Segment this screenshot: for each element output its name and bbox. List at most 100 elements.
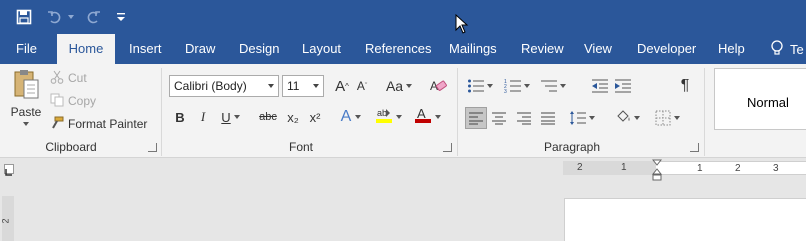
font-family-combo[interactable]: Calibri (Body): [169, 75, 279, 97]
multilevel-list-icon[interactable]: [539, 76, 559, 96]
document-page[interactable]: [564, 198, 806, 241]
highlight-icon[interactable]: ab: [374, 105, 394, 125]
change-case-dropdown-icon: [406, 84, 413, 88]
tab-developer[interactable]: Developer: [637, 34, 696, 64]
align-center-button[interactable]: [489, 108, 509, 128]
align-right-button[interactable]: [514, 108, 534, 128]
copy-icon: [50, 93, 64, 110]
font-group-label: Font: [288, 140, 313, 154]
ribbon-home: Paste Cut Copy Format Painter Clipboard …: [0, 64, 806, 158]
copy-button[interactable]: Copy: [50, 93, 96, 109]
title-bar: [0, 0, 806, 34]
line-spacing-dropdown-icon[interactable]: [587, 108, 597, 128]
ruler-number: 1: [697, 163, 703, 174]
font-launcher-icon[interactable]: [443, 143, 452, 152]
multilevel-list-dropdown-icon[interactable]: [558, 76, 568, 96]
tab-view[interactable]: View: [584, 34, 612, 64]
tell-me-box[interactable]: Te: [770, 34, 804, 64]
cut-label: Cut: [68, 71, 87, 85]
tab-file[interactable]: File: [16, 34, 37, 64]
tab-draw[interactable]: Draw: [185, 34, 215, 64]
tab-help[interactable]: Help: [718, 34, 745, 64]
group-divider: [457, 68, 458, 156]
show-formatting-marks-button[interactable]: ¶: [675, 76, 695, 96]
paragraph-group-label: Paragraph: [543, 140, 601, 154]
tab-design[interactable]: Design: [239, 34, 279, 64]
tab-references[interactable]: References: [365, 34, 431, 64]
paste-dropdown-icon[interactable]: [23, 122, 29, 126]
change-case-button[interactable]: Aa: [384, 76, 414, 96]
strikethrough-button[interactable]: abc: [256, 107, 280, 127]
tab-review[interactable]: Review: [521, 34, 564, 64]
save-icon[interactable]: [12, 6, 36, 28]
cut-button[interactable]: Cut: [50, 70, 87, 86]
borders-icon[interactable]: [653, 108, 673, 128]
tab-insert[interactable]: Insert: [129, 34, 162, 64]
svg-text:ab: ab: [377, 108, 387, 118]
borders-dropdown-icon[interactable]: [672, 108, 682, 128]
format-painter-label: Format Painter: [68, 117, 148, 131]
paragraph-launcher-icon[interactable]: [690, 143, 699, 152]
tab-layout[interactable]: Layout: [302, 34, 341, 64]
line-spacing-icon[interactable]: [568, 108, 588, 128]
bold-button[interactable]: B: [170, 107, 190, 127]
svg-text:3: 3: [504, 89, 507, 94]
group-divider: [161, 68, 162, 156]
ruler-number: 2: [577, 162, 583, 173]
vertical-ruler[interactable]: 2: [0, 196, 14, 241]
tab-mailings[interactable]: Mailings: [449, 34, 497, 64]
tab-home[interactable]: Home: [57, 34, 115, 64]
paste-label: Paste: [10, 105, 42, 119]
clipboard-launcher-icon[interactable]: [148, 143, 157, 152]
redo-icon[interactable]: [82, 6, 104, 28]
ruler-number: 2: [735, 163, 741, 174]
font-family-value: Calibri (Body): [174, 79, 247, 93]
paste-button[interactable]: Paste: [8, 68, 44, 138]
text-effects-dropdown-icon[interactable]: [353, 107, 363, 127]
tell-me-label: Te: [790, 41, 804, 57]
font-size-dropdown-icon[interactable]: [313, 84, 319, 88]
lightbulb-icon: [770, 39, 784, 59]
undo-icon[interactable]: [44, 6, 66, 28]
undo-dropdown-icon[interactable]: [66, 6, 76, 28]
font-color-icon[interactable]: A: [413, 105, 433, 125]
styles-gallery[interactable]: Normal: [714, 68, 806, 130]
clipboard-icon: [12, 68, 40, 103]
style-normal[interactable]: Normal: [747, 95, 789, 110]
paintbrush-icon: [50, 116, 64, 133]
justify-button[interactable]: [538, 108, 558, 128]
customize-qat-icon[interactable]: [114, 6, 128, 28]
group-divider: [704, 68, 705, 156]
subscript-button[interactable]: x₂: [283, 107, 303, 127]
bullets-icon[interactable]: [466, 76, 486, 96]
font-family-dropdown-icon[interactable]: [268, 84, 274, 88]
ribbon-tab-bar: File Home Insert Draw Design Layout Refe…: [0, 34, 806, 64]
shrink-font-icon[interactable]: Aˇ: [352, 76, 372, 96]
align-left-button[interactable]: [465, 107, 487, 129]
svg-text:A: A: [417, 106, 426, 121]
highlight-dropdown-icon[interactable]: [394, 107, 404, 127]
change-case-label: Aa: [385, 78, 404, 94]
font-color-dropdown-icon[interactable]: [433, 107, 443, 127]
italic-button[interactable]: I: [193, 107, 213, 127]
clear-formatting-icon[interactable]: A: [428, 76, 448, 96]
indent-marker-icon[interactable]: [651, 159, 663, 184]
bullets-dropdown-icon[interactable]: [485, 76, 495, 96]
superscript-button[interactable]: x²: [305, 107, 325, 127]
decrease-indent-icon[interactable]: [590, 76, 610, 96]
font-size-combo[interactable]: 11: [282, 75, 324, 97]
numbering-icon[interactable]: 123: [503, 76, 523, 96]
ruler-number: 3: [773, 163, 779, 174]
clipboard-group-label: Clipboard: [45, 140, 97, 154]
copy-label: Copy: [68, 94, 97, 108]
numbering-dropdown-icon[interactable]: [522, 76, 532, 96]
increase-indent-icon[interactable]: [613, 76, 633, 96]
grow-font-icon[interactable]: A ^: [332, 76, 352, 96]
tab-selector-icon[interactable]: [4, 164, 14, 176]
ruler-number: 2: [0, 218, 11, 224]
scissors-icon: [50, 70, 64, 87]
shading-icon[interactable]: [614, 107, 634, 127]
shading-dropdown-icon[interactable]: [632, 108, 642, 128]
underline-dropdown-icon[interactable]: [232, 107, 242, 127]
format-painter-button[interactable]: Format Painter: [50, 116, 147, 132]
